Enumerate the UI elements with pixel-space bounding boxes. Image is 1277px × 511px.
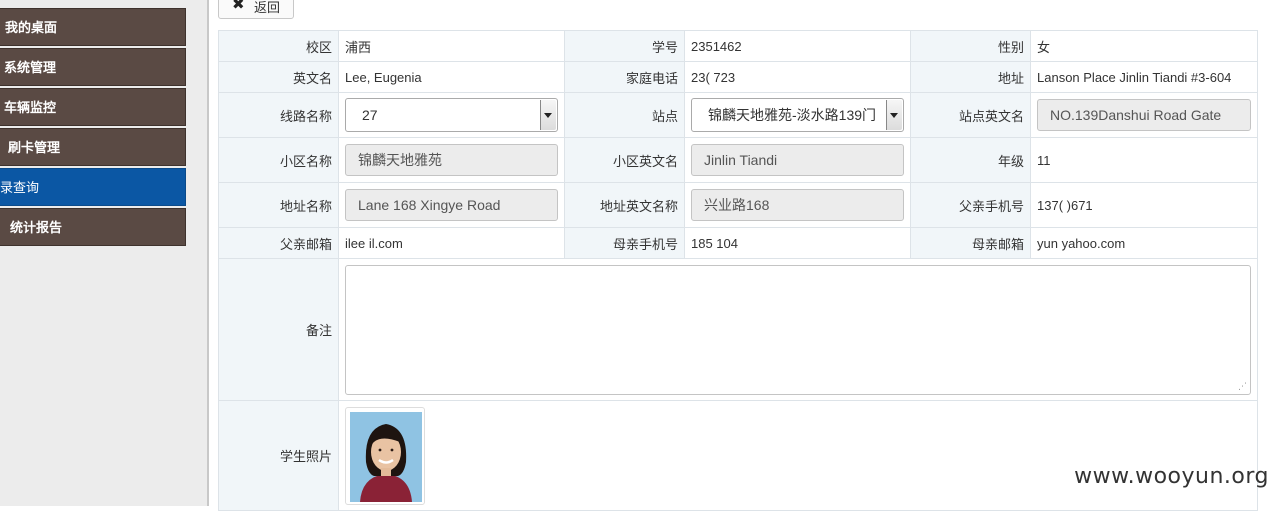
route-name-selected-value: 27 [362, 107, 378, 123]
sidebar-item-label: 系统管理 [4, 60, 57, 75]
sidebar-item-label: 记录查询 [0, 180, 40, 195]
back-button[interactable]: ✖ 返回 [218, 0, 294, 19]
route-name-select[interactable]: 27 [345, 98, 558, 132]
address-value: Lanson Place Jinlin Tiandi #3-604 [1030, 61, 1258, 93]
route-name-label: 线路名称 [218, 92, 339, 138]
sidebar-item-vehicle-monitoring[interactable]: 车辆监控 [0, 88, 186, 126]
student-photo [345, 407, 425, 505]
stop-select[interactable]: 锦麟天地雅苑-淡水路139门 [691, 98, 904, 132]
address-name-field[interactable]: Lane 168 Xingye Road [345, 189, 558, 221]
sidebar-item-my-desktop[interactable]: 我的桌面 [0, 8, 186, 46]
form-row: 学生照片 [218, 400, 1258, 511]
address-english-label: 地址英文名称 [564, 182, 685, 228]
grade-value: 11 [1030, 137, 1258, 183]
sidebar-item-card-management[interactable]: 刷卡管理 [0, 128, 186, 166]
address-name-label: 地址名称 [218, 182, 339, 228]
community-field[interactable]: 锦麟天地雅苑 [345, 144, 558, 176]
form-row: 备注 ⋰ [218, 258, 1258, 401]
community-label: 小区名称 [218, 137, 339, 183]
stop-label: 站点 [564, 92, 685, 138]
remark-label: 备注 [218, 258, 339, 401]
mother-email-label: 母亲邮箱 [910, 227, 1031, 259]
sidebar-item-statistics-report[interactable]: 统计报告 [0, 208, 186, 246]
form-row: 线路名称 27 站点 锦麟天地雅苑-淡水路139门 站点英文名 NO.139Da… [218, 92, 1258, 138]
mother-email-value: yun yahoo.com [1030, 227, 1258, 259]
mother-mobile-label: 母亲手机号 [564, 227, 685, 259]
campus-label: 校区 [218, 30, 339, 62]
sidebar: 我的桌面 系统管理 车辆监控 刷卡管理 记录查询 统计报告 [0, 0, 209, 506]
home-phone-value: 23( 723 [684, 61, 911, 93]
mother-mobile-value: 185 104 [684, 227, 911, 259]
gender-value: 女 [1030, 30, 1258, 62]
remark-textarea[interactable]: ⋰ [345, 264, 1251, 395]
photo-label: 学生照片 [218, 400, 339, 511]
student-detail-form: 校区 浦西 学号 2351462 性别 女 英文名 Lee, Eugenia 家… [218, 30, 1258, 511]
english-name-value: Lee, Eugenia [338, 61, 565, 93]
form-row: 校区 浦西 学号 2351462 性别 女 [218, 30, 1258, 62]
address-english-field[interactable]: 兴业路168 [691, 189, 904, 221]
chevron-down-icon[interactable] [886, 100, 902, 130]
campus-value: 浦西 [338, 30, 565, 62]
resize-grip-icon[interactable]: ⋰ [1238, 381, 1247, 391]
gender-label: 性别 [910, 30, 1031, 62]
community-english-field[interactable]: Jinlin Tiandi [691, 144, 904, 176]
home-phone-label: 家庭电话 [564, 61, 685, 93]
sidebar-item-system-management[interactable]: 系统管理 [0, 48, 186, 86]
chevron-down-icon[interactable] [540, 100, 556, 130]
father-mobile-label: 父亲手机号 [910, 182, 1031, 228]
father-email-label: 父亲邮箱 [218, 227, 339, 259]
address-label: 地址 [910, 61, 1031, 93]
father-mobile-value: 137( )671 [1030, 182, 1258, 228]
student-id-label: 学号 [564, 30, 685, 62]
sidebar-item-record-query[interactable]: 记录查询 [0, 168, 186, 206]
sidebar-item-label: 车辆监控 [4, 100, 57, 115]
watermark-text: www.wooyun.org [1074, 464, 1269, 489]
back-button-label: 返回 [254, 0, 281, 15]
community-english-label: 小区英文名 [564, 137, 685, 183]
stop-english-label: 站点英文名 [910, 92, 1031, 138]
father-email-value: ilee il.com [338, 227, 565, 259]
close-icon: ✖ [232, 0, 245, 13]
english-name-label: 英文名 [218, 61, 339, 93]
sidebar-item-label: 我的桌面 [5, 20, 58, 35]
form-row: 地址名称 Lane 168 Xingye Road 地址英文名称 兴业路168 … [218, 182, 1258, 228]
sidebar-item-label: 刷卡管理 [8, 140, 61, 155]
stop-selected-value: 锦麟天地雅苑-淡水路139门 [708, 107, 877, 123]
student-id-value: 2351462 [684, 30, 911, 62]
grade-label: 年级 [910, 137, 1031, 183]
stop-english-field[interactable]: NO.139Danshui Road Gate [1037, 99, 1251, 131]
form-row: 小区名称 锦麟天地雅苑 小区英文名 Jinlin Tiandi 年级 11 [218, 137, 1258, 183]
sidebar-item-label: 统计报告 [10, 220, 63, 235]
student-photo-image [350, 412, 422, 502]
form-row: 父亲邮箱 ilee il.com 母亲手机号 185 104 母亲邮箱 yun … [218, 227, 1258, 259]
form-row: 英文名 Lee, Eugenia 家庭电话 23( 723 地址 Lanson … [218, 61, 1258, 93]
